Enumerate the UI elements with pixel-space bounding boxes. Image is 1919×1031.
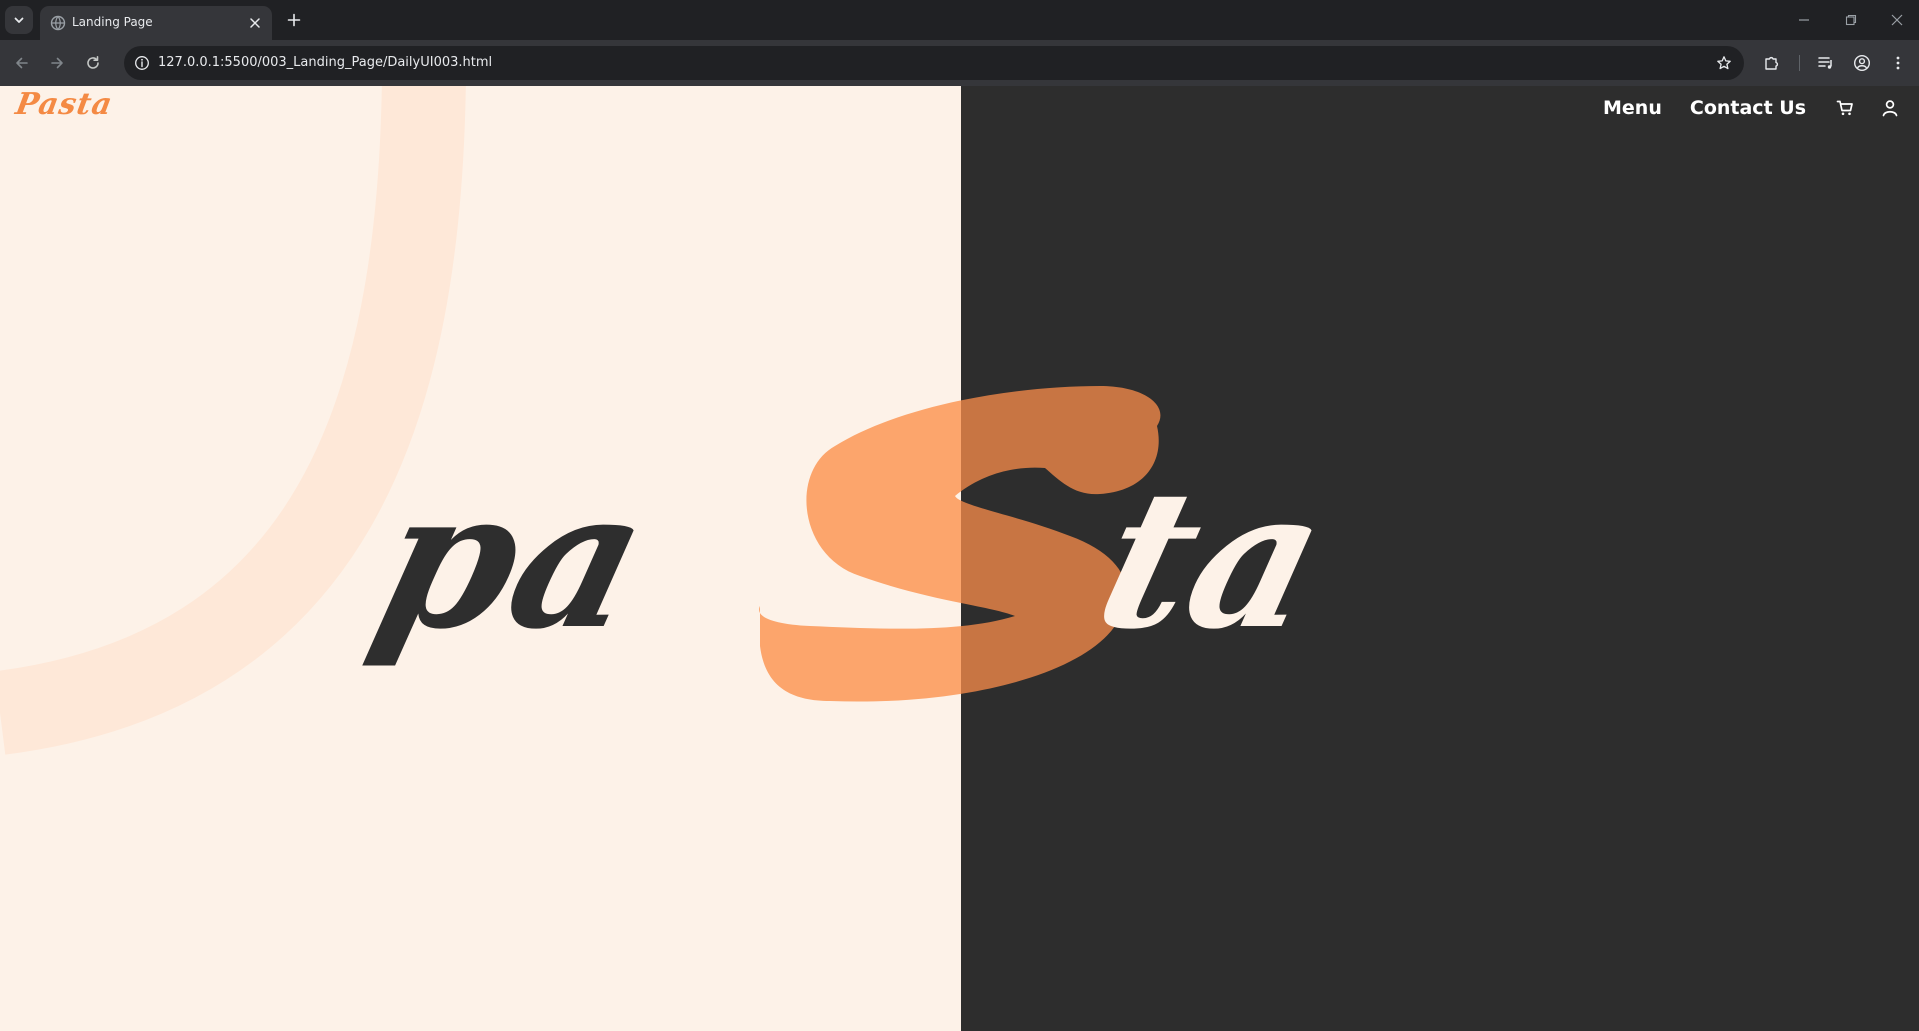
hero-text-pa: pa <box>356 448 668 672</box>
forward-button[interactable] <box>43 49 71 77</box>
back-icon <box>16 57 28 69</box>
profile-icon <box>1853 54 1871 72</box>
close-window-icon <box>1891 14 1903 26</box>
forward-icon <box>51 57 63 69</box>
site-info-button[interactable] <box>132 53 152 73</box>
browser-toolbar: 127.0.0.1:5500/003_Landing_Page/DailyUI0… <box>0 40 1919 86</box>
restore-icon <box>1845 14 1857 26</box>
media-icon <box>1818 57 1832 69</box>
tab-title: Landing Page <box>72 15 153 29</box>
restore-button[interactable] <box>1836 6 1866 34</box>
more-icon <box>1896 56 1900 70</box>
tab-close-button[interactable] <box>246 14 264 32</box>
profile-button[interactable] <box>1848 49 1876 77</box>
back-button[interactable] <box>8 49 36 77</box>
info-icon <box>135 56 149 70</box>
chevron-down-icon <box>14 17 24 23</box>
minimize-icon <box>1799 19 1809 21</box>
new-tab-button[interactable] <box>282 8 306 32</box>
hero-text-s: S <box>0 86 1 87</box>
reload-button[interactable] <box>79 49 107 77</box>
media-control-button[interactable] <box>1812 49 1840 77</box>
close-icon <box>250 18 260 28</box>
toolbar-divider <box>1799 55 1800 71</box>
browser-tab-active[interactable]: Landing Page <box>40 6 272 40</box>
address-url: 127.0.0.1:5500/003_Landing_Page/DailyUI0… <box>158 55 493 70</box>
close-window-button[interactable] <box>1882 6 1912 34</box>
plus-icon <box>287 13 301 27</box>
hero-letters-pa: pa <box>356 448 668 672</box>
hero-wordmark: pa S ta <box>0 86 1346 702</box>
page-viewport: Pasta Menu Contact Us pa S ta <box>0 86 1919 1031</box>
minimize-button[interactable] <box>1789 6 1819 34</box>
extensions-icon <box>1765 56 1779 70</box>
browser-tabstrip: Landing Page <box>0 0 1919 40</box>
bookmark-button[interactable] <box>1714 53 1734 73</box>
globe-icon <box>50 15 66 31</box>
star-icon <box>1717 56 1731 70</box>
more-menu-button[interactable] <box>1884 49 1912 77</box>
extensions-button[interactable] <box>1758 49 1786 77</box>
address-bar[interactable]: 127.0.0.1:5500/003_Landing_Page/DailyUI0… <box>124 46 1744 80</box>
tab-search-button[interactable] <box>5 6 33 34</box>
reload-icon <box>87 56 99 69</box>
